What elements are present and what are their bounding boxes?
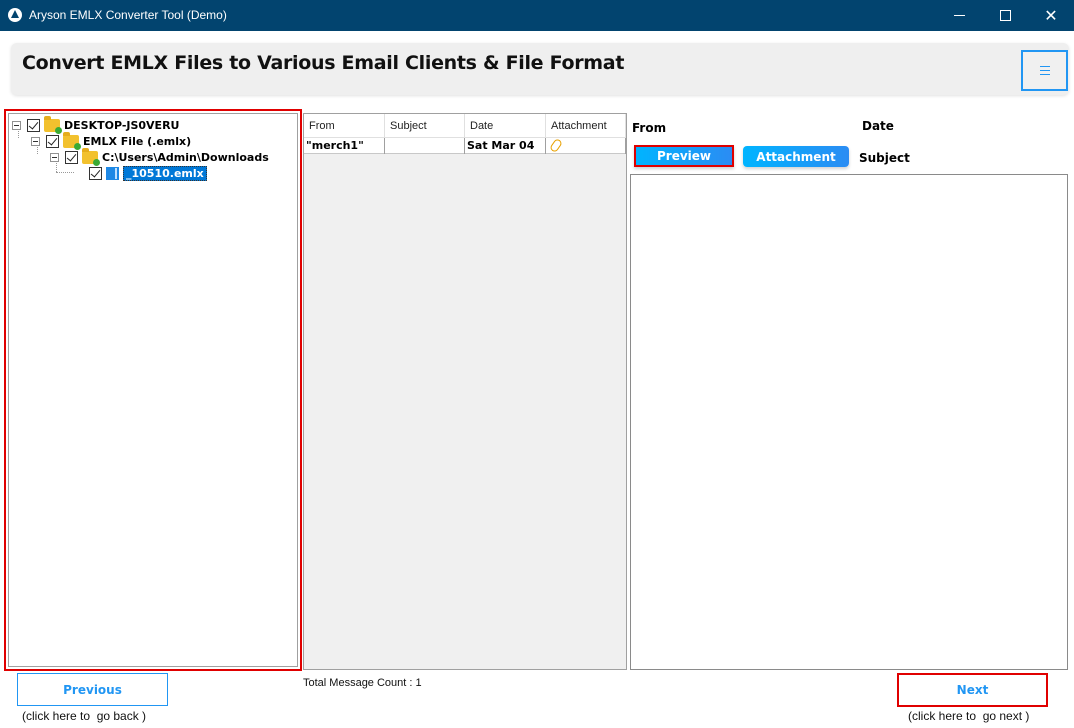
- node-checkbox[interactable]: [27, 118, 40, 132]
- message-body-view: [630, 174, 1068, 670]
- window-title: Aryson EMLX Converter Tool (Demo): [29, 8, 227, 22]
- date-label: Date: [862, 119, 894, 133]
- cell-attachment: [546, 137, 626, 154]
- node-checkbox[interactable]: [46, 134, 59, 148]
- app-logo-icon: [8, 8, 22, 22]
- close-button[interactable]: ✕: [1028, 0, 1074, 31]
- collapse-icon[interactable]: [31, 136, 40, 146]
- attachment-button[interactable]: Attachment: [743, 146, 849, 167]
- column-header-subject[interactable]: Subject: [385, 114, 465, 138]
- next-button[interactable]: Next: [897, 673, 1048, 707]
- tree-node-downloads[interactable]: C:\Users\Admin\Downloads: [50, 147, 269, 166]
- tree-node-emlx-item[interactable]: _10510.emlx: [89, 165, 207, 181]
- message-row[interactable]: "merch1" Sat Mar 04: [304, 137, 626, 154]
- from-label: From: [632, 121, 667, 135]
- message-list-panel: From Subject Date Attachment "merch1" Sa…: [303, 113, 627, 670]
- preview-button[interactable]: Preview: [634, 145, 734, 167]
- paperclip-icon: [548, 137, 564, 154]
- tree-connector: [56, 172, 74, 173]
- page-title: Convert EMLX Files to Various Email Clie…: [22, 52, 625, 74]
- folder-icon: [63, 131, 81, 150]
- maximize-icon: [999, 10, 1011, 21]
- tree-node-label: EMLX File (.emlx): [83, 134, 192, 148]
- header-banner: Convert EMLX Files to Various Email Clie…: [11, 43, 1069, 95]
- node-checkbox[interactable]: [89, 166, 102, 180]
- tree-node-desktop[interactable]: DESKTOP-JS0VERU: [12, 115, 180, 134]
- folder-tree: DESKTOP-JS0VERU EMLX File (.emlx) C:\Use…: [8, 113, 298, 667]
- file-icon: [106, 166, 119, 180]
- previous-button[interactable]: Previous: [17, 673, 168, 706]
- tree-node-label: C:\Users\Admin\Downloads: [102, 150, 269, 164]
- tree-node-label: DESKTOP-JS0VERU: [64, 118, 180, 132]
- close-icon: ✕: [1044, 5, 1058, 25]
- title-bar: Aryson EMLX Converter Tool (Demo) ✕: [0, 0, 1074, 31]
- folder-icon: [82, 147, 100, 166]
- cell-subject: [385, 138, 465, 154]
- tree-node-emlx-file[interactable]: EMLX File (.emlx): [31, 131, 192, 150]
- column-header-date[interactable]: Date: [465, 114, 546, 138]
- column-header-from[interactable]: From: [304, 114, 385, 138]
- minimize-icon: [953, 15, 965, 16]
- previous-hint: (click here to go back ): [22, 709, 147, 723]
- cell-from: "merch1": [304, 138, 385, 154]
- folder-tree-panel: DESKTOP-JS0VERU EMLX File (.emlx) C:\Use…: [4, 109, 302, 671]
- total-message-count: Total Message Count : 1: [303, 677, 422, 689]
- tree-node-label: _10510.emlx: [123, 165, 207, 181]
- subject-label: Subject: [859, 151, 910, 165]
- column-header-attachment[interactable]: Attachment: [546, 114, 626, 138]
- next-hint: (click here to go next ): [908, 709, 1030, 723]
- hamburger-menu-icon: [1039, 66, 1050, 75]
- cell-date: Sat Mar 04: [465, 138, 546, 154]
- minimize-button[interactable]: [936, 0, 982, 31]
- message-list-header: From Subject Date Attachment: [304, 114, 626, 138]
- collapse-icon[interactable]: [12, 120, 21, 130]
- folder-icon: [44, 115, 62, 134]
- collapse-icon[interactable]: [50, 152, 59, 162]
- menu-button[interactable]: [1021, 50, 1068, 91]
- maximize-button[interactable]: [982, 0, 1028, 31]
- preview-panel: From Date Subject Preview Attachment: [628, 110, 1074, 675]
- node-checkbox[interactable]: [65, 150, 78, 164]
